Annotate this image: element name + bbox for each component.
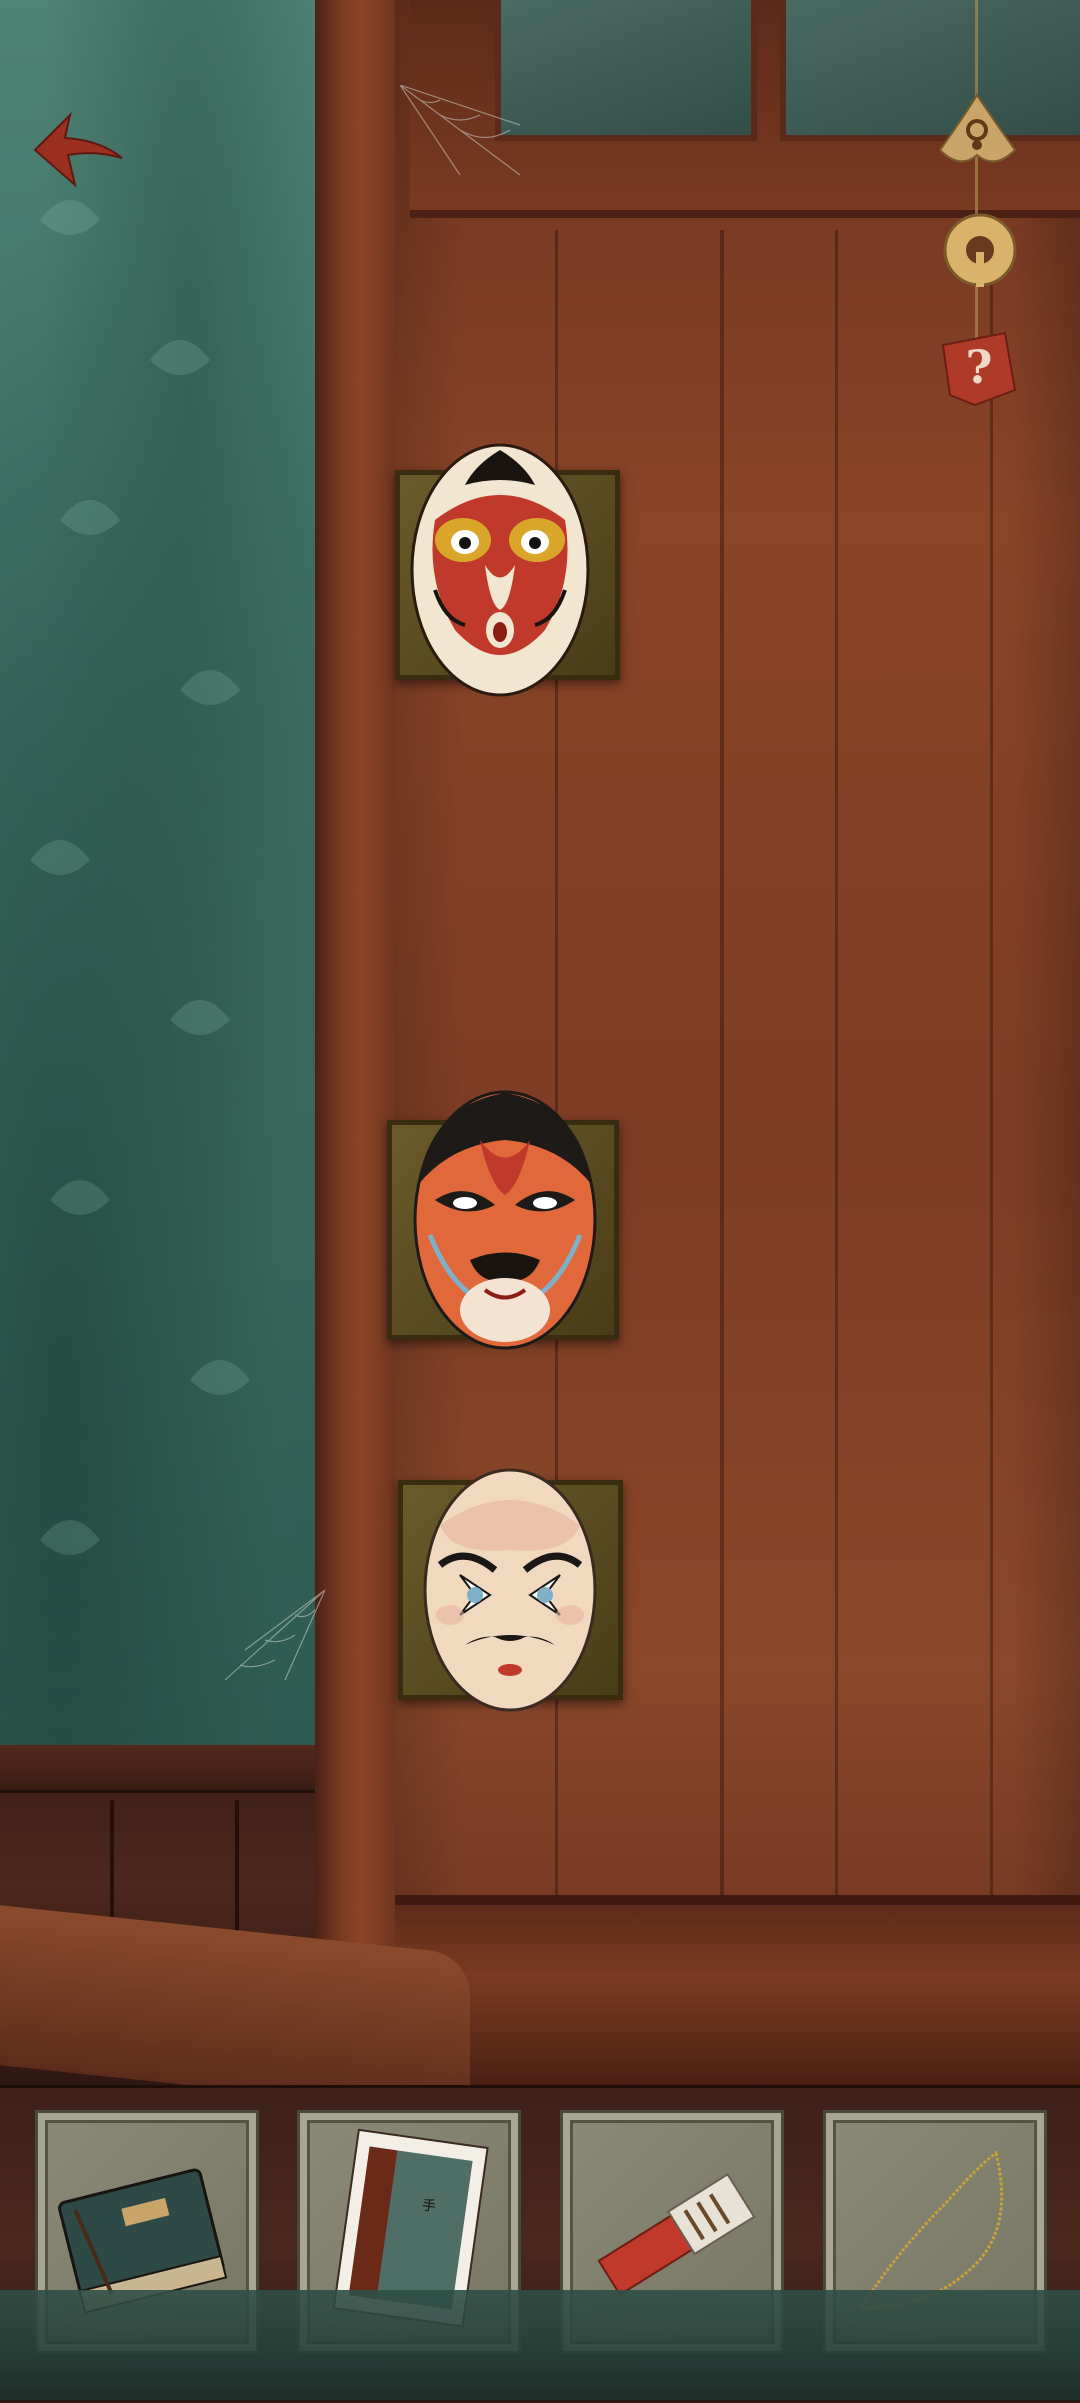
clown-mask[interactable] (420, 1465, 600, 1715)
back-button[interactable] (30, 110, 125, 190)
door-bottom-rail (395, 1905, 1080, 2085)
back-arrow-icon (33, 111, 123, 188)
door-frame (315, 0, 400, 2000)
hint-button[interactable] (935, 90, 1020, 175)
floor-strip (0, 2290, 1080, 2400)
svg-text:?: ? (966, 340, 993, 394)
teal-wallpaper (0, 0, 315, 1745)
settings-button[interactable] (940, 210, 1020, 290)
cobweb-top (400, 85, 520, 175)
help-button[interactable]: ? (935, 325, 1020, 410)
cobweb-bottom (225, 1590, 326, 1680)
door-window-left (495, 0, 757, 141)
game-scene (0, 0, 1080, 2085)
leaf-pattern (30, 200, 250, 1555)
monkey-king-mask[interactable] (405, 440, 595, 700)
svg-text:手: 手 (421, 2197, 437, 2215)
coin-ring-icon (943, 213, 1017, 287)
door-window-right (780, 0, 1080, 141)
hint-ornament-icon (938, 93, 1017, 163)
question-mark-icon: ? (941, 331, 1017, 407)
red-face-mask[interactable] (410, 1085, 600, 1350)
